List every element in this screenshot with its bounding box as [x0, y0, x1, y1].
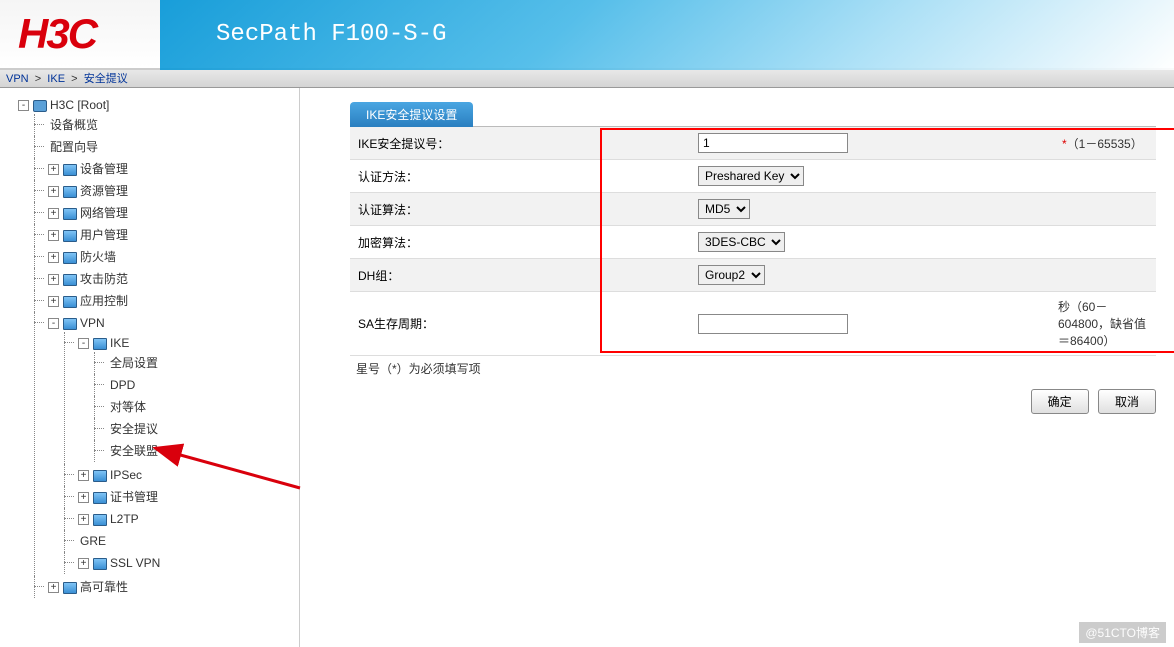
folder-icon — [63, 296, 77, 308]
folder-icon — [63, 582, 77, 594]
input-sa-lifetime[interactable] — [698, 314, 848, 334]
crumb-vpn[interactable]: VPN — [6, 73, 29, 85]
nav-gre[interactable]: GRE — [78, 534, 106, 548]
nav-network[interactable]: 网络管理 — [80, 206, 128, 220]
nav-ike-proposal[interactable]: 安全提议 — [108, 422, 158, 436]
nav-ike-global[interactable]: 全局设置 — [108, 356, 158, 370]
folder-icon — [93, 558, 107, 570]
folder-icon — [63, 164, 77, 176]
root-icon — [33, 100, 47, 112]
collapse-icon[interactable]: - — [48, 318, 59, 329]
label-enc-algo: 加密算法： — [350, 226, 690, 259]
label-sa-lifetime: SA生存周期： — [350, 292, 690, 356]
select-auth-method[interactable]: Preshared Key — [698, 166, 804, 186]
nav-appctrl[interactable]: 应用控制 — [80, 294, 128, 308]
folder-icon — [63, 252, 77, 264]
required-note: 星号（*）为必须填写项 — [350, 356, 1156, 381]
header: H3C SecPath F100-S-G — [0, 0, 1174, 70]
form-table: IKE安全提议号： *（1－65535） 认证方法： Preshared Key… — [350, 126, 1156, 356]
nav-sslvpn[interactable]: SSL VPN — [110, 556, 160, 570]
nav-vpn[interactable]: VPN — [80, 316, 105, 330]
select-dh-group[interactable]: Group2 — [698, 265, 765, 285]
hint-sa-lifetime: 秒（60－604800，缺省值＝86400） — [1058, 300, 1146, 348]
nav-l2tp[interactable]: L2TP — [110, 512, 139, 526]
nav-resource[interactable]: 资源管理 — [80, 184, 128, 198]
expand-icon[interactable]: + — [48, 296, 59, 307]
expand-icon[interactable]: + — [48, 230, 59, 241]
expand-icon[interactable]: + — [48, 252, 59, 263]
main-panel: IKE安全提议设置 IKE安全提议号： *（1－65535） 认证方法： Pre… — [300, 88, 1174, 647]
expand-icon[interactable]: + — [48, 186, 59, 197]
label-auth-algo: 认证算法： — [350, 193, 690, 226]
select-auth-algo[interactable]: MD5 — [698, 199, 750, 219]
folder-icon — [63, 230, 77, 242]
folder-icon — [63, 208, 77, 220]
collapse-icon[interactable]: - — [18, 100, 29, 111]
expand-icon[interactable]: + — [48, 208, 59, 219]
nav-ha[interactable]: 高可靠性 — [80, 580, 128, 594]
folder-icon — [63, 186, 77, 198]
nav-ike-peer[interactable]: 对等体 — [108, 400, 146, 414]
nav-wizard[interactable]: 配置向导 — [48, 140, 98, 154]
nav-ike-dpd[interactable]: DPD — [108, 378, 135, 392]
logo: H3C — [18, 10, 96, 58]
select-enc-algo[interactable]: 3DES-CBC — [698, 232, 785, 252]
hint-proposal-no: （1－65535） — [1067, 137, 1143, 151]
expand-icon[interactable]: + — [78, 514, 89, 525]
nav-device[interactable]: 设备管理 — [80, 162, 128, 176]
expand-icon[interactable]: + — [48, 582, 59, 593]
folder-icon — [93, 470, 107, 482]
expand-icon[interactable]: + — [48, 164, 59, 175]
nav-attack[interactable]: 攻击防范 — [80, 272, 128, 286]
folder-icon — [93, 514, 107, 526]
tree-root[interactable]: H3C [Root] — [50, 98, 109, 112]
folder-icon — [63, 318, 77, 330]
nav-ike[interactable]: IKE — [110, 336, 129, 350]
expand-icon[interactable]: + — [78, 492, 89, 503]
collapse-icon[interactable]: - — [78, 338, 89, 349]
expand-icon[interactable]: + — [78, 470, 89, 481]
expand-icon[interactable]: + — [48, 274, 59, 285]
folder-icon — [63, 274, 77, 286]
nav-user[interactable]: 用户管理 — [80, 228, 128, 242]
label-dh-group: DH组： — [350, 259, 690, 292]
folder-icon — [93, 338, 107, 350]
crumb-proposal[interactable]: 安全提议 — [84, 73, 128, 85]
ok-button[interactable]: 确定 — [1031, 389, 1089, 414]
breadcrumb: VPN > IKE > 安全提议 — [0, 70, 1174, 88]
nav-firewall[interactable]: 防火墙 — [80, 250, 116, 264]
nav-ipsec[interactable]: IPSec — [110, 468, 142, 482]
crumb-ike[interactable]: IKE — [47, 73, 65, 85]
label-proposal-no: IKE安全提议号： — [350, 127, 690, 160]
folder-icon — [93, 492, 107, 504]
watermark: @51CTO博客 — [1079, 622, 1166, 643]
arrow-annotation — [140, 438, 310, 498]
nav-tree: -H3C [Root] 设备概览 配置向导 +设备管理 +资源管理 +网络管理 … — [0, 88, 300, 647]
product-name: SecPath F100-S-G — [216, 21, 446, 48]
label-auth-method: 认证方法： — [350, 160, 690, 193]
tab-ike-proposal[interactable]: IKE安全提议设置 — [350, 102, 473, 127]
nav-overview[interactable]: 设备概览 — [48, 118, 98, 132]
expand-icon[interactable]: + — [78, 558, 89, 569]
input-proposal-no[interactable] — [698, 133, 848, 153]
cancel-button[interactable]: 取消 — [1098, 389, 1156, 414]
